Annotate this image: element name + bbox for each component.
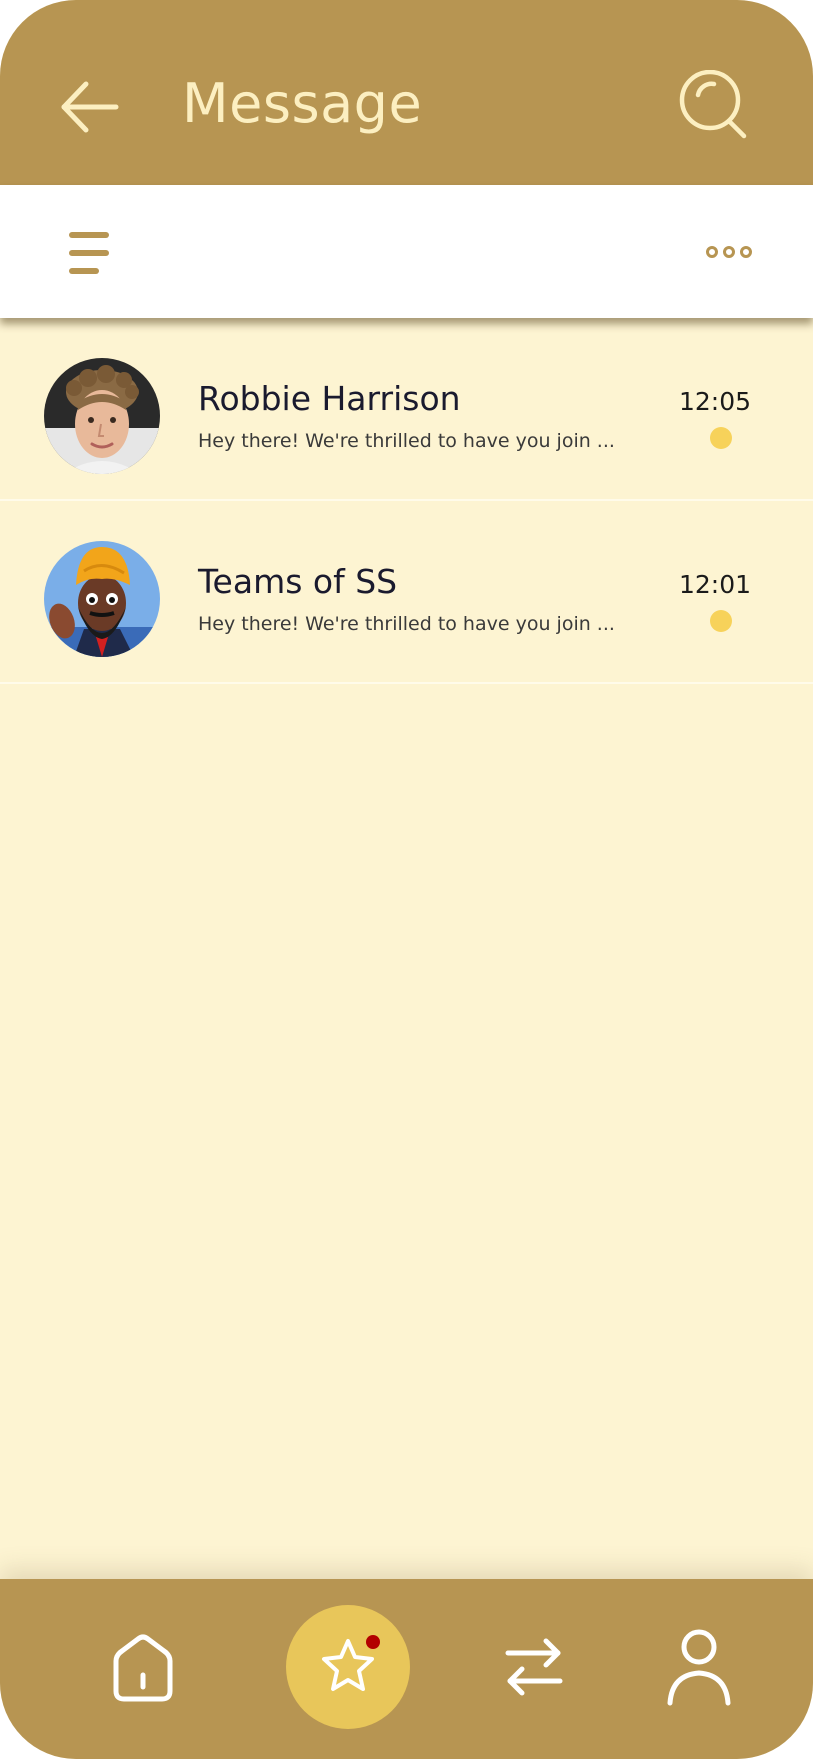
search-icon: [679, 69, 747, 139]
app-header: Message: [0, 0, 813, 185]
cartoon-avatar: [44, 541, 160, 657]
menu-icon: [69, 232, 109, 274]
arrow-left-icon: [61, 81, 119, 133]
notification-dot: [366, 1635, 380, 1649]
avatar: [44, 541, 160, 657]
person-photo-avatar: [44, 358, 160, 474]
transfer-icon: [505, 1638, 563, 1696]
conversation-name: Teams of SS: [198, 562, 398, 601]
more-options-button[interactable]: [706, 237, 752, 267]
nav-favorites-button[interactable]: [286, 1605, 410, 1729]
conversation-list: Robbie Harrison Hey there! We're thrille…: [0, 318, 813, 684]
avatar: [44, 358, 160, 474]
toolbar: [0, 185, 813, 318]
search-button[interactable]: [678, 69, 750, 142]
more-horizontal-icon: [706, 246, 752, 258]
conversation-time: 12:01: [678, 570, 751, 599]
unread-indicator: [710, 427, 732, 449]
conversation-name: Robbie Harrison: [198, 379, 461, 418]
conversation-item[interactable]: Robbie Harrison Hey there! We're thrille…: [0, 318, 813, 501]
conversation-item[interactable]: Teams of SS Hey there! We're thrilled to…: [0, 501, 813, 684]
back-button[interactable]: [58, 78, 124, 136]
page-title: Message: [182, 72, 423, 135]
menu-button[interactable]: [66, 229, 114, 277]
nav-home-button[interactable]: [106, 1631, 180, 1705]
bottom-navigation: [0, 1579, 813, 1759]
nav-transfer-button[interactable]: [500, 1633, 568, 1701]
nav-profile-button[interactable]: [664, 1627, 734, 1707]
profile-icon: [667, 1629, 731, 1706]
home-icon: [113, 1634, 173, 1702]
conversation-preview: Hey there! We're thrilled to have you jo…: [198, 613, 615, 635]
unread-indicator: [710, 610, 732, 632]
conversation-preview: Hey there! We're thrilled to have you jo…: [198, 430, 615, 452]
conversation-time: 12:05: [678, 387, 751, 416]
phone-screen: Message Robbie Harrison Hey there! We're…: [0, 0, 813, 1759]
